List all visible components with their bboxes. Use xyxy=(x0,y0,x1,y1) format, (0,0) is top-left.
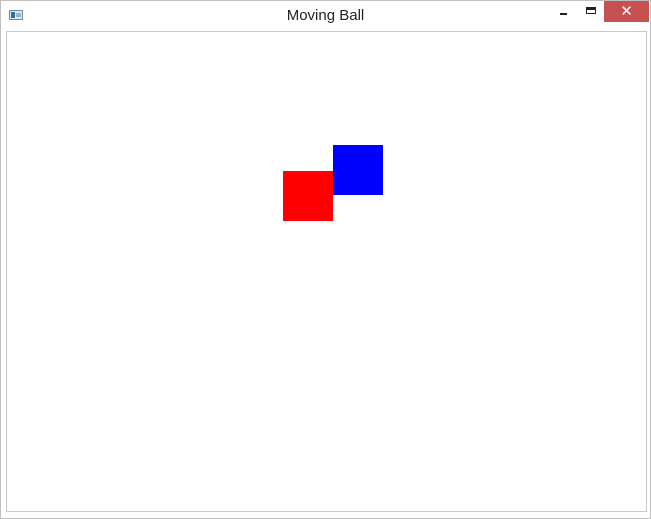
title-bar[interactable]: Moving Ball ✕ xyxy=(1,1,650,30)
red-square xyxy=(283,171,333,221)
close-icon: ✕ xyxy=(620,2,633,20)
app-window: Moving Ball ✕ xyxy=(0,0,651,519)
minimize-icon xyxy=(560,13,567,15)
drawing-canvas[interactable] xyxy=(6,31,647,512)
close-button[interactable]: ✕ xyxy=(604,1,649,22)
maximize-button[interactable] xyxy=(579,1,603,22)
minimize-button[interactable] xyxy=(551,1,575,22)
blue-square xyxy=(333,145,383,195)
maximize-icon xyxy=(586,7,596,14)
